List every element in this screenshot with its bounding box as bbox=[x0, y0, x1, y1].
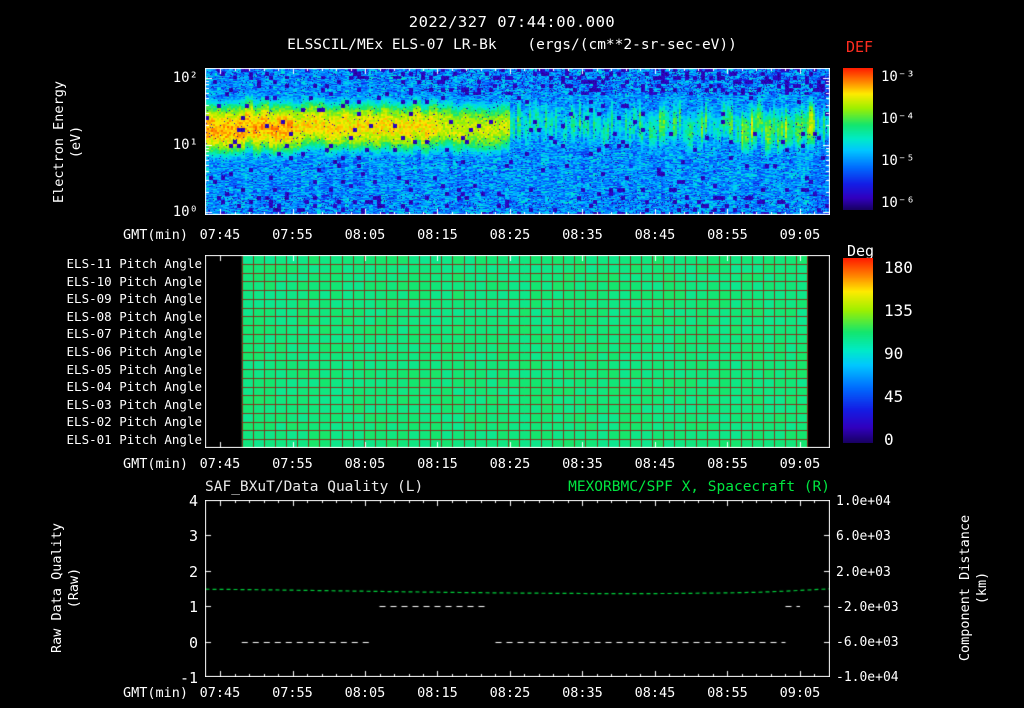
time-tick-label: 08:35 bbox=[562, 685, 603, 701]
quality-axis-label: Raw Data Quality (Raw) bbox=[49, 508, 83, 668]
quality-title: SAF_BXuT/Data Quality (L) bbox=[205, 479, 424, 495]
time-tick-label: 08:35 bbox=[562, 227, 603, 243]
gmt-axis-label-1: GMT(min) bbox=[122, 227, 188, 243]
def-colorbar-tick-1: 10⁻³ bbox=[881, 69, 915, 85]
time-tick-label: 08:45 bbox=[634, 456, 676, 472]
pitch-row-label: ELS-10 Pitch Angle bbox=[66, 274, 202, 289]
time-tick-label: 08:45 bbox=[634, 685, 676, 701]
quality-tick-label: 0 bbox=[188, 634, 198, 652]
distance-axis-label-line1: Component Distance bbox=[957, 514, 973, 662]
energy-ytick-10ev: 10¹ bbox=[172, 137, 198, 153]
pitch-row-label: ELS-08 Pitch Angle bbox=[66, 309, 202, 324]
quality-tick-label: 2 bbox=[188, 563, 198, 581]
time-tick-label: 09:05 bbox=[779, 456, 821, 472]
distance-tick-label: -6.0e+03 bbox=[836, 635, 899, 650]
pitch-row-label: ELS-09 Pitch Angle bbox=[66, 291, 202, 306]
pitch-row-label: ELS-11 Pitch Angle bbox=[66, 256, 202, 271]
def-colorbar bbox=[843, 68, 873, 210]
time-tick-label: 07:55 bbox=[272, 456, 313, 472]
pitch-row-label: ELS-01 Pitch Angle bbox=[66, 432, 202, 447]
quality-axis-label-line2: (Raw) bbox=[66, 567, 82, 609]
time-tick-label: 08:25 bbox=[489, 685, 531, 701]
quality-line-chart bbox=[205, 500, 830, 677]
time-tick-label: 08:25 bbox=[489, 227, 531, 243]
time-tick-label: 07:55 bbox=[272, 227, 313, 243]
gmt-axis-label-3: GMT(min) bbox=[122, 685, 188, 701]
deg-colorbar-tick-90: 90 bbox=[884, 344, 904, 363]
deg-colorbar-tick-0: 0 bbox=[884, 430, 894, 449]
pitch-angle-heatmap bbox=[205, 255, 830, 448]
deg-colorbar bbox=[843, 258, 873, 443]
time-tick-label: 08:15 bbox=[417, 227, 458, 243]
time-tick-label: 08:55 bbox=[707, 227, 748, 243]
spectrogram-plot-page: 2022/327 07:44:00.000 ELSSCIL/MEx ELS-07… bbox=[0, 0, 1024, 708]
energy-axis-label: Electron Energy (eV) bbox=[51, 62, 85, 222]
time-tick-label: 07:45 bbox=[199, 456, 241, 472]
energy-axis-label-line1: Electron Energy bbox=[51, 81, 67, 203]
quality-tick-label: 4 bbox=[188, 492, 198, 510]
def-colorbar-title: DEF bbox=[846, 38, 874, 56]
time-tick-label: 08:55 bbox=[707, 456, 748, 472]
distance-tick-label: 2.0e+03 bbox=[836, 565, 891, 580]
time-tick-label: 09:05 bbox=[779, 227, 821, 243]
pitch-row-label: ELS-06 Pitch Angle bbox=[66, 344, 202, 359]
deg-colorbar-tick-180: 180 bbox=[884, 258, 913, 277]
distance-tick-label: -1.0e+04 bbox=[836, 670, 899, 685]
distance-tick-label: 6.0e+03 bbox=[836, 529, 891, 544]
distance-axis-label-line2: (km) bbox=[974, 571, 990, 605]
pitch-row-label: ELS-07 Pitch Angle bbox=[66, 326, 202, 341]
energy-ytick-1ev: 10⁰ bbox=[172, 204, 198, 220]
time-tick-label: 08:55 bbox=[707, 685, 748, 701]
time-tick-label: 09:05 bbox=[779, 685, 821, 701]
time-tick-label: 08:05 bbox=[344, 456, 386, 472]
instrument-label: ELSSCIL/MEx ELS-07 LR-Bk bbox=[287, 37, 497, 53]
time-tick-label: 07:45 bbox=[199, 227, 241, 243]
pitch-row-label: ELS-02 Pitch Angle bbox=[66, 414, 202, 429]
time-tick-label: 08:15 bbox=[417, 685, 458, 701]
energy-axis-label-line2: (eV) bbox=[68, 125, 84, 159]
spacecraft-title: MEXORBMC/SPF X, Spacecraft (R) bbox=[568, 479, 830, 495]
distance-tick-label: -2.0e+03 bbox=[836, 600, 899, 615]
def-colorbar-tick-4: 10⁻⁶ bbox=[881, 195, 915, 211]
deg-colorbar-tick-45: 45 bbox=[884, 387, 904, 406]
distance-axis-label: Component Distance (km) bbox=[957, 508, 991, 668]
gmt-axis-label-2: GMT(min) bbox=[122, 456, 188, 472]
datetime-title: 2022/327 07:44:00.000 bbox=[408, 13, 616, 31]
time-tick-label: 08:25 bbox=[489, 456, 531, 472]
time-tick-label: 08:05 bbox=[344, 685, 386, 701]
quality-axis-label-line1: Raw Data Quality bbox=[49, 522, 65, 654]
energy-ytick-100ev: 10² bbox=[172, 70, 198, 86]
pitch-row-label: ELS-04 Pitch Angle bbox=[66, 379, 202, 394]
time-tick-label: 07:55 bbox=[272, 685, 313, 701]
pitch-row-label: ELS-03 Pitch Angle bbox=[66, 397, 202, 412]
quality-tick-label: 1 bbox=[188, 598, 198, 616]
quality-tick-label: 3 bbox=[188, 527, 198, 545]
def-colorbar-tick-2: 10⁻⁴ bbox=[881, 111, 915, 127]
deg-colorbar-tick-135: 135 bbox=[884, 301, 913, 320]
def-colorbar-tick-3: 10⁻⁵ bbox=[881, 153, 915, 169]
time-tick-label: 08:45 bbox=[634, 227, 676, 243]
units-label: (ergs/(cm**2-sr-sec-eV)) bbox=[527, 37, 737, 53]
distance-tick-label: 1.0e+04 bbox=[836, 494, 891, 509]
time-tick-label: 08:15 bbox=[417, 456, 458, 472]
time-tick-label: 07:45 bbox=[199, 685, 241, 701]
pitch-row-label: ELS-05 Pitch Angle bbox=[66, 362, 202, 377]
time-tick-label: 08:05 bbox=[344, 227, 386, 243]
time-tick-label: 08:35 bbox=[562, 456, 603, 472]
energy-spectrogram-heatmap bbox=[205, 68, 830, 215]
